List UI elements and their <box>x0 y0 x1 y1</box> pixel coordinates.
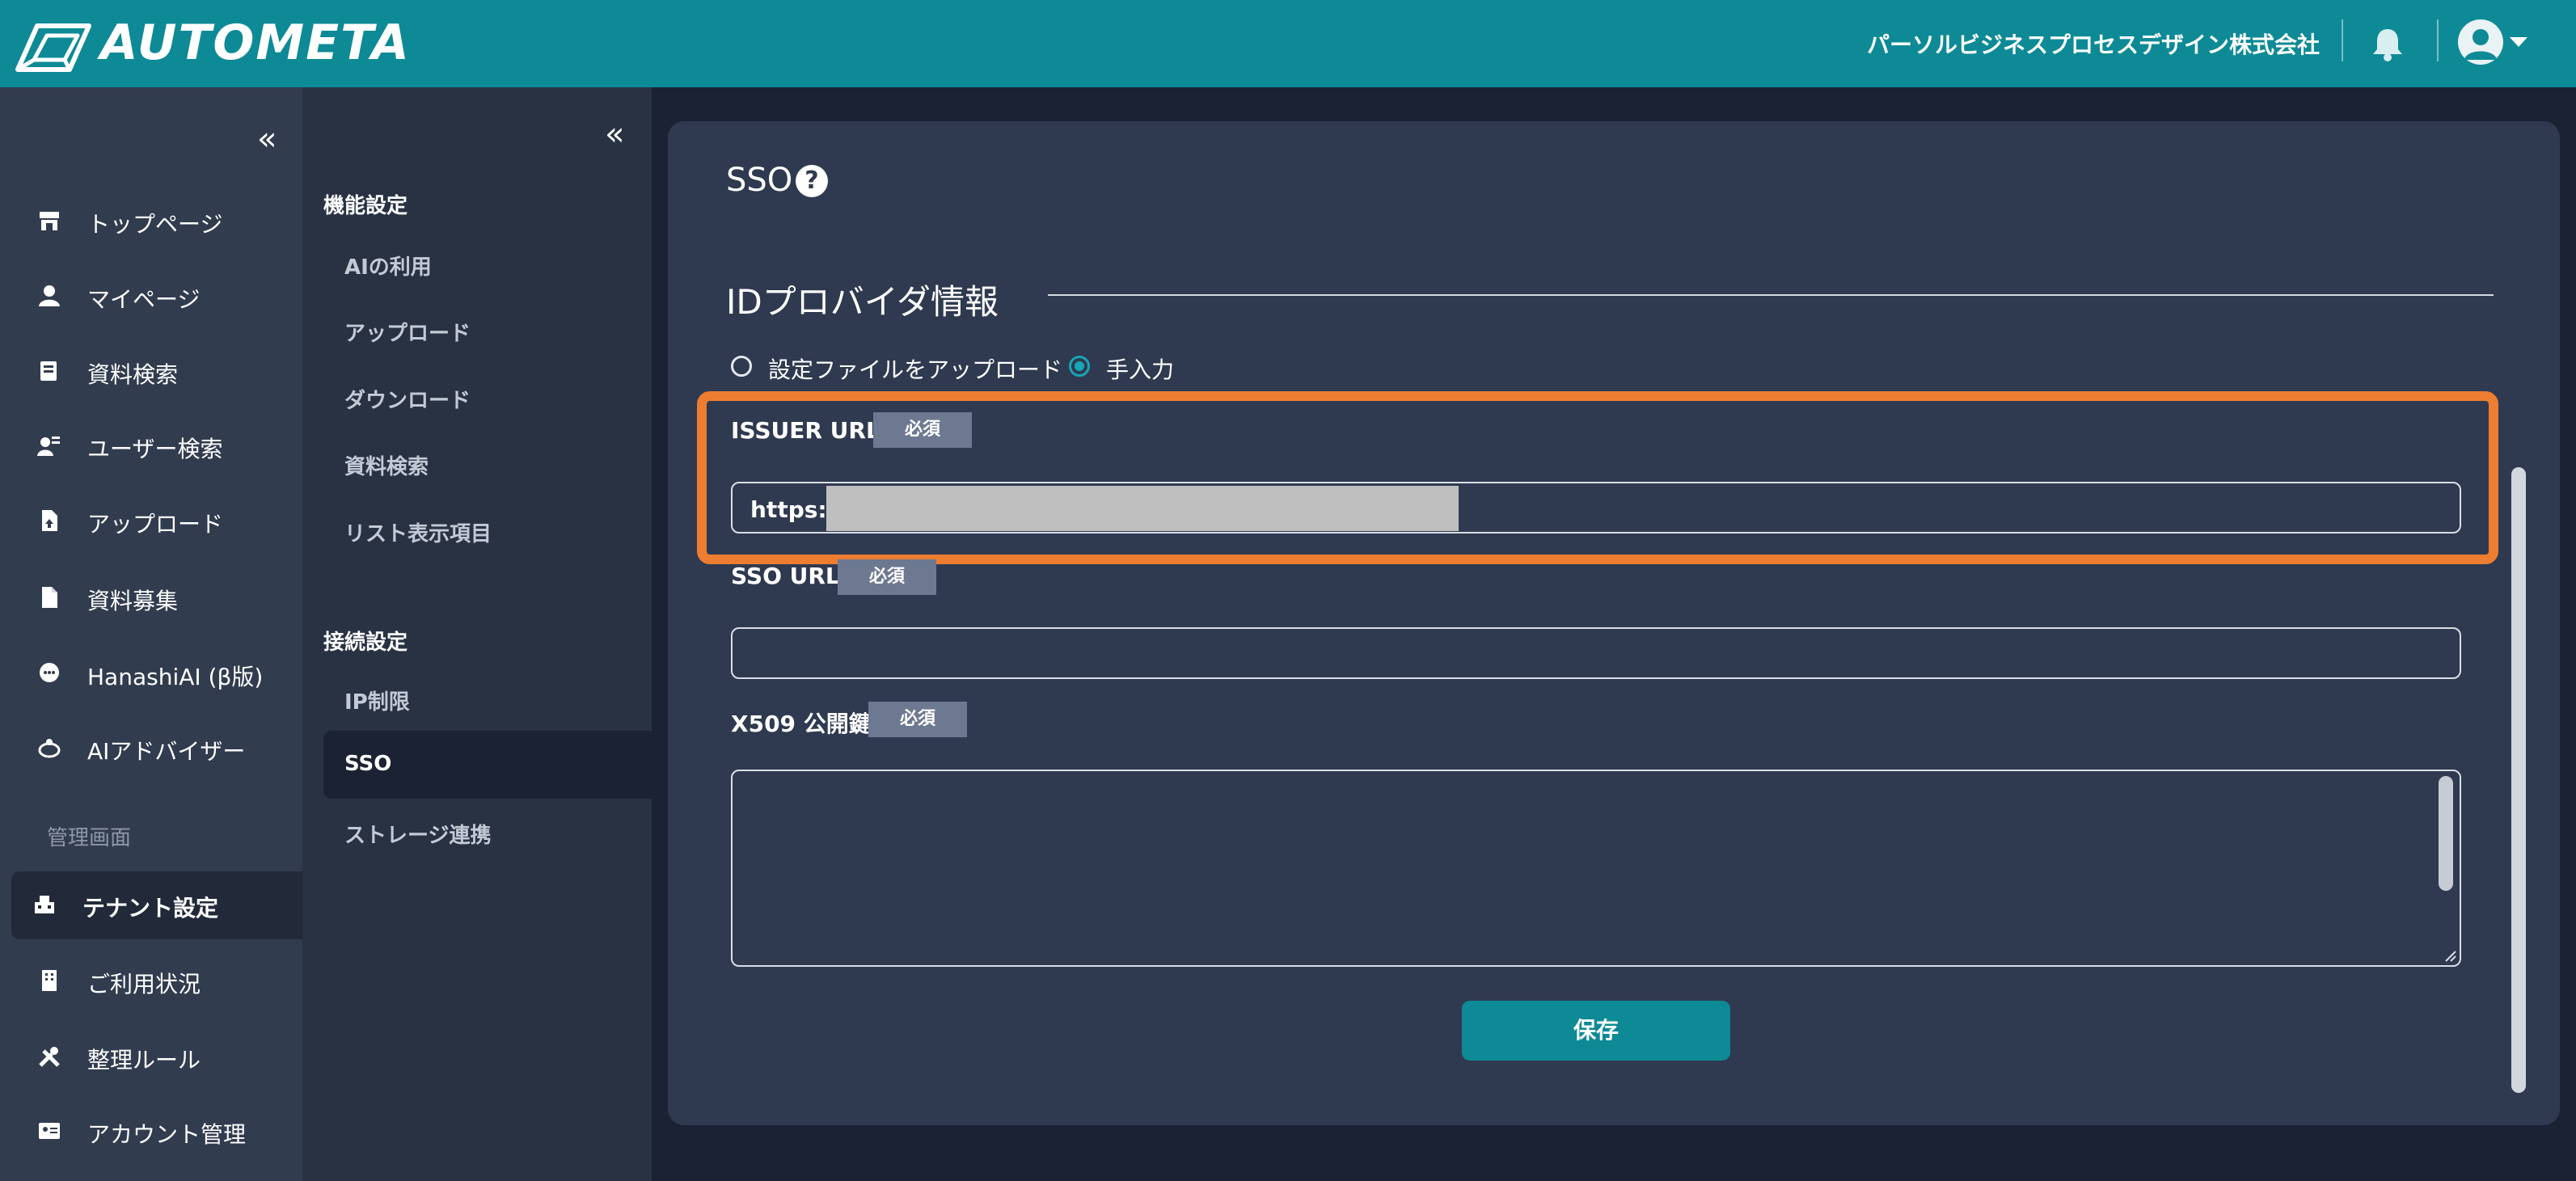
save-button[interactable]: 保存 <box>1462 1001 1730 1061</box>
sidebar-item-user-search[interactable]: ユーザー検索 <box>0 412 302 480</box>
sidebar-item-label: 整理ルール <box>87 1047 201 1073</box>
sidebar-item-label: トップページ <box>87 211 223 238</box>
textarea-scrollbar[interactable] <box>2439 776 2453 891</box>
app-logo[interactable]: AUTOMETA <box>100 15 411 71</box>
sidebar-item-label: AIアドバイザー <box>87 738 246 765</box>
user-avatar-icon[interactable] <box>2458 19 2503 65</box>
subnav-item-label: ダウンロード <box>344 389 471 413</box>
company-name: パーソルビジネスプロセスデザイン株式会社 <box>1866 32 2320 58</box>
admin-section-title: 管理画面 <box>47 826 132 850</box>
sso-settings-card <box>668 121 2560 1125</box>
subnav-item-label: AIの利用 <box>344 255 432 280</box>
x509-textarea[interactable] <box>731 770 2461 967</box>
radio-upload-file[interactable] <box>731 356 752 377</box>
section-divider <box>1048 294 2494 296</box>
radio-upload-file-label[interactable]: 設定ファイルをアップロード <box>768 352 1062 385</box>
sidebar-item-label: ご利用状況 <box>87 971 201 998</box>
sidebar-item-account-management[interactable]: アカウント管理 <box>0 1098 302 1166</box>
sidebar-item-document-search[interactable]: 資料検索 <box>0 338 302 406</box>
sidebar-item-ai-advisor[interactable]: AIアドバイザー <box>0 715 302 782</box>
subnav-item-label: 資料検索 <box>344 455 429 479</box>
sidebar-item-label: テナント設定 <box>82 895 219 922</box>
user-search-icon <box>37 437 60 456</box>
radio-manual-input-label[interactable]: 手入力 <box>1106 352 1174 385</box>
sidebar-item-label: ユーザー検索 <box>87 436 223 462</box>
caret-down-icon[interactable] <box>2510 37 2527 47</box>
subnav-item-ai-usage[interactable]: AIの利用 <box>323 230 652 297</box>
sidebar-item-document-request[interactable]: 資料募集 <box>0 564 302 632</box>
sidebar-item-label: 資料検索 <box>87 361 179 388</box>
sso-url-label: SSO URL <box>731 563 840 589</box>
header-divider <box>2342 19 2343 61</box>
file-icon <box>42 587 57 608</box>
sidebar-item-rules[interactable]: 整理ルール <box>0 1023 302 1091</box>
sidebar-item-top-page[interactable]: トップページ <box>0 188 302 255</box>
subnav-item-list-columns[interactable]: リスト表示項目 <box>323 496 652 564</box>
x509-label: X509 公開鍵 <box>731 711 872 737</box>
tools-icon <box>39 1047 60 1067</box>
subnav-item-label: SSO <box>344 752 392 776</box>
bell-icon[interactable] <box>2371 26 2405 61</box>
subnav-item-sso[interactable]: SSO <box>323 731 652 799</box>
upload-file-icon <box>42 510 57 531</box>
subnav-item-label: リスト表示項目 <box>344 522 492 546</box>
sidebar-item-label: アカウント管理 <box>87 1121 247 1148</box>
subnav-group-title: 機能設定 <box>323 194 408 218</box>
required-badge: 必須 <box>838 559 936 595</box>
store-icon <box>40 212 59 230</box>
collapse-sidebar-button[interactable]: « <box>257 123 277 155</box>
building-icon <box>35 896 54 913</box>
page-title: SSO <box>726 162 793 199</box>
subnav-item-upload[interactable]: アップロード <box>323 296 652 364</box>
office-icon <box>42 970 57 991</box>
id-card-icon <box>39 1123 60 1139</box>
sidebar-item-usage[interactable]: ご利用状況 <box>0 947 302 1015</box>
chat-icon <box>40 663 59 682</box>
required-badge: 必須 <box>868 702 967 737</box>
sidebar-item-label: 資料募集 <box>87 588 179 614</box>
help-icon[interactable]: ? <box>796 165 828 197</box>
resize-handle-icon[interactable] <box>2443 949 2456 962</box>
sidebar-item-tenant-settings[interactable]: テナント設定 <box>11 871 302 939</box>
robot-icon <box>38 739 61 758</box>
sidebar-item-label: アップロード <box>87 511 224 538</box>
header-divider <box>2437 19 2439 61</box>
sidebar-item-hanashi-ai[interactable]: HanashiAI (β版) <box>0 640 302 708</box>
sidebar-item-my-page[interactable]: マイページ <box>0 263 302 331</box>
sidebar-item-label: マイページ <box>87 286 201 313</box>
subnav-item-storage[interactable]: ストレージ連携 <box>323 798 652 866</box>
content-scrollbar[interactable] <box>2511 467 2526 1093</box>
subnav-group-title: 接続設定 <box>323 631 408 655</box>
subnav-item-label: アップロード <box>344 322 471 346</box>
radio-manual-input[interactable] <box>1069 356 1090 377</box>
logo-icon <box>15 23 91 72</box>
sso-url-input[interactable] <box>731 627 2461 679</box>
subnav-item-download[interactable]: ダウンロード <box>323 363 652 431</box>
highlight-box <box>697 391 2498 564</box>
subnav-item-document-search[interactable]: 資料検索 <box>323 429 652 497</box>
collapse-subnav-button[interactable]: « <box>605 118 624 150</box>
subnav-item-label: ストレージ連携 <box>344 824 492 848</box>
top-header: AUTOMETA パーソルビジネスプロセスデザイン株式会社 <box>0 0 2576 87</box>
subnav-item-ip-restriction[interactable]: IP制限 <box>323 664 652 732</box>
document-search-icon <box>40 361 57 381</box>
sidebar-item-label: HanashiAI (β版) <box>87 664 264 690</box>
section-title: IDプロバイダ情報 <box>726 282 999 322</box>
subnav-item-label: IP制限 <box>344 690 410 715</box>
person-icon <box>39 285 60 306</box>
sidebar-item-upload[interactable]: アップロード <box>0 487 302 555</box>
